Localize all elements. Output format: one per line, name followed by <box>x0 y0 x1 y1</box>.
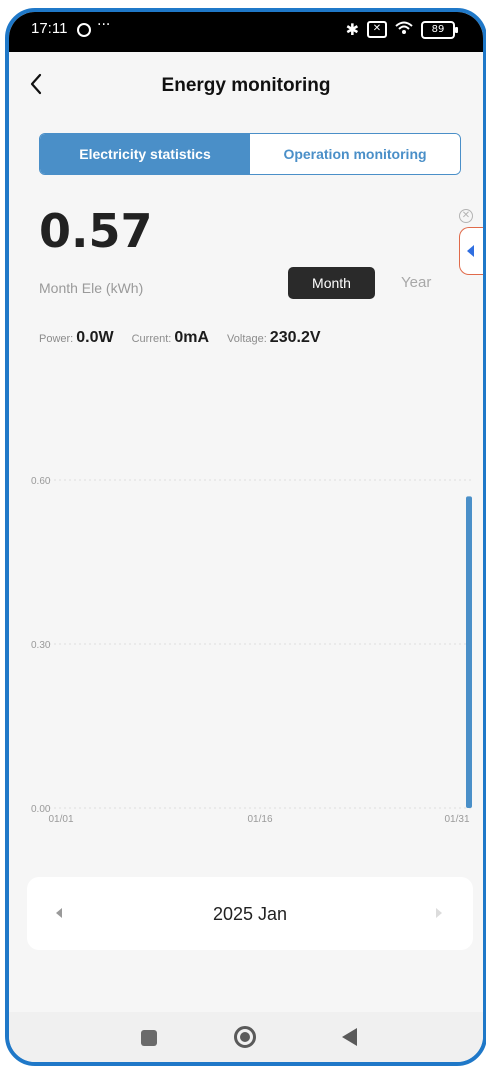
voltage-value: 230.2V <box>269 329 321 346</box>
recents-icon[interactable] <box>141 1030 157 1046</box>
system-nav-bar <box>9 1012 483 1062</box>
status-more-icon: ··· <box>97 17 111 33</box>
header: Energy monitoring <box>9 54 483 114</box>
voltage-label: Voltage: <box>227 333 267 345</box>
current-label: Current: <box>131 333 172 345</box>
x-tick-label: 01/01 <box>48 814 73 825</box>
x-tick-label: 01/31 <box>444 814 469 825</box>
status-bar: 17:11 ··· ✱ ✕ 89 <box>9 12 483 52</box>
bar-01-31 <box>466 496 472 808</box>
year-toggle-button[interactable]: Year <box>401 274 431 291</box>
battery-icon: 89 <box>421 20 458 39</box>
month-energy-value: 0.57 <box>39 204 153 258</box>
sim-off-icon: ✕ <box>367 21 387 38</box>
close-circle-icon[interactable]: ✕ <box>459 209 473 223</box>
y-tick-label: 0.60 <box>31 476 51 487</box>
phone-frame: 17:11 ··· ✱ ✕ 89 Energy monitoring Elect… <box>5 8 486 1066</box>
bluetooth-icon: ✱ <box>345 20 359 39</box>
page-title: Energy monitoring <box>161 75 331 96</box>
month-energy-label: Month Ele (kWh) <box>39 280 144 296</box>
caret-left-icon <box>467 245 474 257</box>
y-tick-label: 0.30 <box>31 640 51 651</box>
current-month: 2025 Jan <box>212 904 288 924</box>
status-icons: ✱ ✕ 89 <box>345 20 458 39</box>
month-navigator: 2025 Jan <box>27 877 473 950</box>
wifi-icon <box>395 20 413 39</box>
status-time: 17:11 <box>31 20 68 37</box>
x-tick-label: 01/16 <box>247 814 272 825</box>
side-drawer-tab[interactable] <box>459 227 483 275</box>
current-value: 0mA <box>174 329 210 346</box>
energy-bar-chart: 0.600.300.0001/01 01/16 01/31 <box>31 476 472 825</box>
next-month-icon[interactable] <box>436 908 442 918</box>
power-value: 0.0W <box>76 329 114 346</box>
month-toggle-button[interactable]: Month <box>288 267 375 299</box>
system-back-icon[interactable] <box>342 1028 357 1046</box>
tab-electricity-statistics[interactable]: Electricity statistics <box>40 134 250 174</box>
live-metrics: Power: 0.0W Current: 0mA Voltage: 230.2V <box>39 329 339 347</box>
status-ring-icon <box>77 23 91 37</box>
home-icon[interactable] <box>234 1026 256 1048</box>
tab-operation-monitoring[interactable]: Operation monitoring <box>250 134 460 174</box>
power-label: Power: <box>39 333 74 345</box>
tab-switcher: Electricity statistics Operation monitor… <box>39 133 461 175</box>
